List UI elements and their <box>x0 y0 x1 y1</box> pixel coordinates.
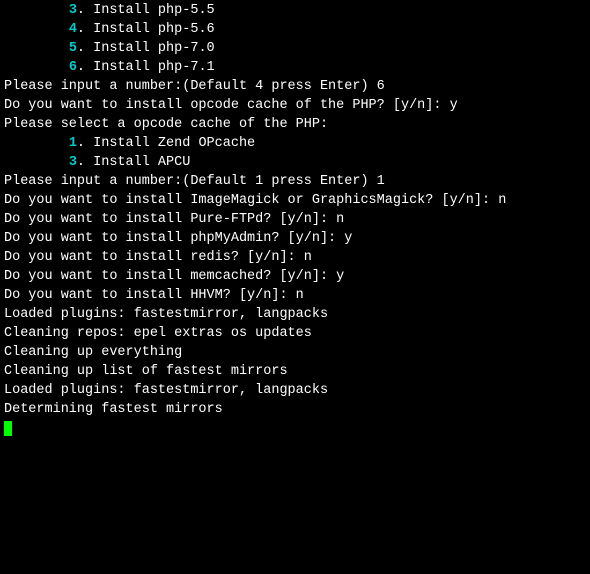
user-input: n <box>296 288 304 303</box>
prompt-text: Do you want to install opcode cache of t… <box>4 98 450 113</box>
prompt-hhvm[interactable]: Do you want to install HHVM? [y/n]: n <box>4 286 586 305</box>
menu-label: . Install APCU <box>77 155 190 170</box>
prompt-phpmyadmin[interactable]: Do you want to install phpMyAdmin? [y/n]… <box>4 229 586 248</box>
menu-num: 4 <box>69 22 77 37</box>
menu-label: . Install php-7.0 <box>77 41 215 56</box>
cursor-icon <box>4 421 12 436</box>
prompt-text: Do you want to install HHVM? [y/n]: <box>4 288 296 303</box>
prompt-text: Please input a number:(Default 4 press E… <box>4 79 377 94</box>
user-input: y <box>450 98 458 113</box>
output-loaded-plugins: Loaded plugins: fastestmirror, langpacks <box>4 305 586 324</box>
user-input: 1 <box>377 174 385 189</box>
prompt-php-number[interactable]: Please input a number:(Default 4 press E… <box>4 77 586 96</box>
menu-label: . Install php-7.1 <box>77 60 215 75</box>
menu-num: 3 <box>69 3 77 18</box>
prompt-text: Please input a number:(Default 1 press E… <box>4 174 377 189</box>
menu-item-php55: 3. Install php-5.5 <box>4 1 586 20</box>
output-cleaning-mirrors-list: Cleaning up list of fastest mirrors <box>4 362 586 381</box>
user-input: y <box>344 231 352 246</box>
menu-item-php56: 4. Install php-5.6 <box>4 20 586 39</box>
prompt-text: Do you want to install ImageMagick or Gr… <box>4 193 498 208</box>
menu-item-php71: 6. Install php-7.1 <box>4 58 586 77</box>
menu-item-zend-opcache: 1. Install Zend OPcache <box>4 134 586 153</box>
prompt-opcode-cache[interactable]: Do you want to install opcode cache of t… <box>4 96 586 115</box>
output-cleaning-everything: Cleaning up everything <box>4 343 586 362</box>
menu-num: 3 <box>69 155 77 170</box>
user-input: n <box>304 250 312 265</box>
user-input: y <box>336 269 344 284</box>
output-loaded-plugins-2: Loaded plugins: fastestmirror, langpacks <box>4 381 586 400</box>
prompt-memcached[interactable]: Do you want to install memcached? [y/n]:… <box>4 267 586 286</box>
user-input: 6 <box>377 79 385 94</box>
menu-label: . Install php-5.6 <box>77 22 215 37</box>
prompt-text: Do you want to install redis? [y/n]: <box>4 250 304 265</box>
prompt-imagemagick[interactable]: Do you want to install ImageMagick or Gr… <box>4 191 586 210</box>
menu-num: 6 <box>69 60 77 75</box>
opcode-select-header: Please select a opcode cache of the PHP: <box>4 115 586 134</box>
prompt-redis[interactable]: Do you want to install redis? [y/n]: n <box>4 248 586 267</box>
menu-num: 1 <box>69 136 77 151</box>
output-cleaning-repos: Cleaning repos: epel extras os updates <box>4 324 586 343</box>
user-input: n <box>498 193 506 208</box>
prompt-text: Do you want to install memcached? [y/n]: <box>4 269 336 284</box>
prompt-text: Do you want to install phpMyAdmin? [y/n]… <box>4 231 344 246</box>
menu-label: . Install php-5.5 <box>77 3 215 18</box>
menu-label: . Install Zend OPcache <box>77 136 255 151</box>
prompt-text: Do you want to install Pure-FTPd? [y/n]: <box>4 212 336 227</box>
output-determining-mirrors: Determining fastest mirrors <box>4 400 586 419</box>
user-input: n <box>336 212 344 227</box>
prompt-pureftpd[interactable]: Do you want to install Pure-FTPd? [y/n]:… <box>4 210 586 229</box>
prompt-opcode-number[interactable]: Please input a number:(Default 1 press E… <box>4 172 586 191</box>
cursor-line[interactable] <box>4 419 586 438</box>
menu-item-php70: 5. Install php-7.0 <box>4 39 586 58</box>
menu-item-apcu: 3. Install APCU <box>4 153 586 172</box>
menu-num: 5 <box>69 41 77 56</box>
